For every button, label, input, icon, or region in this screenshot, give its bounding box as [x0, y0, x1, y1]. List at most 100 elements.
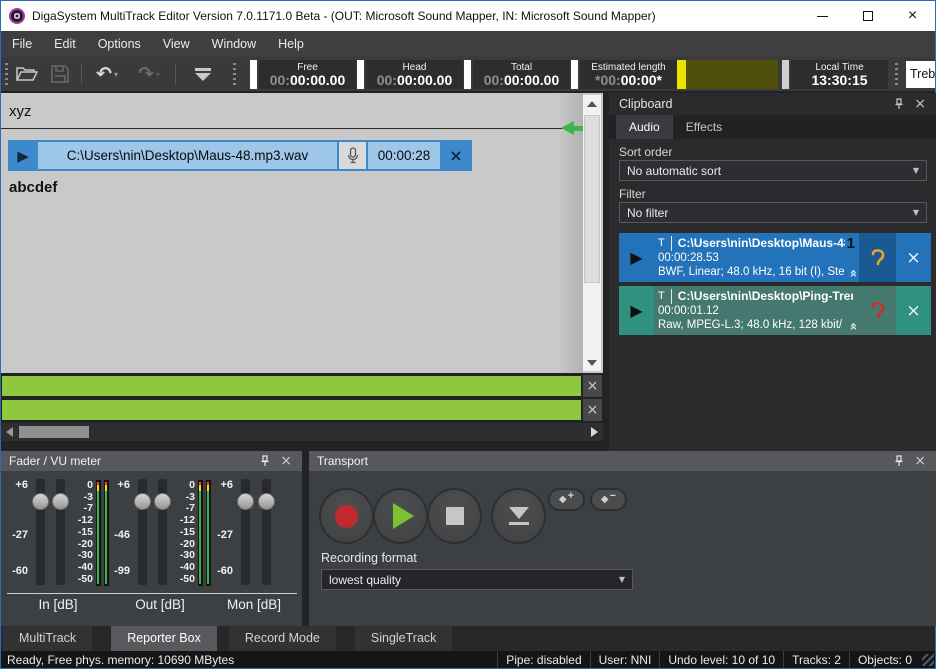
item-monitor-button[interactable]	[859, 233, 896, 282]
remove-marker-button[interactable]: ◆−	[590, 488, 627, 511]
minimize-button[interactable]	[800, 1, 845, 31]
recording-format-select[interactable]: lowest quality ▼	[321, 569, 633, 590]
pin-icon[interactable]	[894, 98, 904, 110]
in-fader-left[interactable]	[30, 479, 50, 587]
resize-grip[interactable]	[922, 654, 934, 666]
scroll-left-button[interactable]	[6, 427, 13, 437]
window-title: DigaSystem MultiTrack Editor Version 7.0…	[32, 9, 656, 23]
maximize-button[interactable]	[845, 1, 890, 31]
font-selector[interactable]: Trebu	[906, 61, 935, 88]
marker-down-icon	[195, 68, 211, 81]
fader-panel-title: Fader / VU meter	[9, 454, 101, 468]
menu-view[interactable]: View	[152, 31, 201, 57]
tab-multitrack[interactable]: MultiTrack	[3, 626, 92, 651]
fader-thumb[interactable]	[258, 493, 275, 510]
diamond-plus-icon: ◆	[559, 494, 567, 505]
tab-audio[interactable]: Audio	[616, 115, 673, 139]
status-tracks: Tracks: 2	[783, 651, 849, 668]
toolbar-grip[interactable]	[5, 63, 8, 85]
item-play-button[interactable]: ▶	[619, 286, 654, 335]
drop-marker-button[interactable]	[187, 61, 219, 87]
open-file-button[interactable]	[14, 61, 40, 87]
status-message: Ready, Free phys. memory: 10690 MBytes	[7, 653, 234, 667]
vertical-scrollbar[interactable]	[583, 95, 601, 371]
arrow-down-icon	[587, 360, 597, 366]
transport-panel-close-icon[interactable]: ×	[914, 454, 926, 468]
fader-thumb[interactable]	[52, 493, 69, 510]
menu-edit[interactable]: Edit	[43, 31, 87, 57]
skip-to-end-button[interactable]	[491, 488, 546, 544]
fader-thumb[interactable]	[154, 493, 171, 510]
menu-window[interactable]: Window	[201, 31, 267, 57]
multitrack-canvas[interactable]: xyz ▶ C:\Users\nin\Desktop\Maus-48.mp3.w…	[1, 93, 603, 373]
minimize-icon	[817, 16, 828, 17]
undo-button[interactable]: ↶ ▾	[89, 61, 125, 87]
item-index: 1	[845, 236, 855, 251]
strip-1-close-button[interactable]: ×	[583, 375, 602, 397]
fader-thumb[interactable]	[32, 493, 49, 510]
tab-singletrack[interactable]: SingleTrack	[355, 626, 453, 651]
tab-effects[interactable]: Effects	[673, 115, 735, 139]
play-button[interactable]	[373, 488, 428, 544]
item-close-button[interactable]: ×	[896, 233, 931, 282]
scroll-right-button[interactable]	[591, 427, 598, 437]
clipboard-close-icon[interactable]: ×	[914, 97, 926, 111]
strip-2-close-button[interactable]: ×	[583, 399, 602, 421]
clip-play-button[interactable]: ▶	[10, 142, 36, 169]
audio-clip-bar[interactable]: ▶ C:\Users\nin\Desktop\Maus-48.mp3.wav 0…	[8, 140, 472, 171]
fader-thumb[interactable]	[134, 493, 151, 510]
pin-icon[interactable]	[260, 455, 270, 467]
fader-panel-close-icon[interactable]: ×	[280, 454, 292, 468]
scroll-up-button[interactable]	[583, 95, 601, 112]
menu-file[interactable]: File	[1, 31, 43, 57]
filter-value: No filter	[627, 206, 668, 220]
fader-panel-header: Fader / VU meter ×	[1, 451, 302, 471]
out-fader-right[interactable]	[152, 479, 172, 587]
out-fader-left[interactable]	[132, 479, 152, 587]
in-fader-right[interactable]	[50, 479, 70, 587]
tab-record-mode[interactable]: Record Mode	[229, 626, 336, 651]
clip-record-button[interactable]	[339, 142, 366, 169]
status-objects: Objects: 0	[849, 651, 920, 668]
collapse-chevron-icon[interactable]: «	[845, 322, 859, 330]
horizontal-scroll-thumb[interactable]	[19, 426, 89, 438]
item-close-button[interactable]: ×	[896, 286, 931, 335]
pin-icon[interactable]	[894, 455, 904, 467]
scroll-down-button[interactable]	[583, 354, 601, 371]
mon-fader-right[interactable]	[256, 479, 277, 587]
tab-reporter-box[interactable]: Reporter Box	[111, 626, 217, 651]
add-marker-button[interactable]: ◆+	[548, 488, 585, 511]
toolbar-grip-2[interactable]	[233, 63, 236, 85]
horizontal-scrollbar[interactable]	[1, 423, 603, 441]
clipboard-item-1[interactable]: ▶ T C:\Users\nin\Desktop\Maus-48.m 1 00:…	[619, 233, 931, 282]
sort-order-select[interactable]: No automatic sort ▼	[619, 160, 927, 181]
toolbar-grip-3[interactable]	[895, 63, 898, 85]
redo-button[interactable]: ↷ ▾	[131, 61, 167, 87]
close-icon: ×	[908, 8, 917, 24]
local-time-value: 13:30:15	[811, 73, 867, 88]
mon-fader-left[interactable]	[235, 479, 256, 587]
menu-help[interactable]: Help	[267, 31, 315, 57]
close-button[interactable]: ×	[890, 1, 935, 31]
record-button[interactable]	[319, 488, 374, 544]
stop-button[interactable]	[427, 488, 482, 544]
fader-thumb[interactable]	[237, 493, 254, 510]
filter-label: Filter	[619, 187, 646, 201]
clipboard-item-2[interactable]: ▶ T C:\Users\nin\Desktop\Ping-Trenner.M …	[619, 286, 931, 335]
status-bar: Ready, Free phys. memory: 10690 MBytes P…	[1, 651, 935, 668]
envelope-strip-1[interactable]	[1, 375, 582, 397]
clip-file-path[interactable]: C:\Users\nin\Desktop\Maus-48.mp3.wav	[38, 142, 337, 169]
item-monitor-button[interactable]	[859, 286, 896, 335]
recording-format-label: Recording format	[321, 551, 417, 565]
out-vu-meter	[198, 479, 211, 587]
vertical-scroll-thumb[interactable]	[584, 115, 600, 283]
save-button[interactable]	[47, 61, 73, 87]
track-label: xyz	[9, 103, 32, 120]
filter-select[interactable]: No filter ▼	[619, 202, 927, 223]
envelope-strip-2[interactable]	[1, 399, 582, 421]
collapse-chevron-icon[interactable]: «	[845, 269, 859, 277]
menu-options[interactable]: Options	[87, 31, 152, 57]
clip-close-button[interactable]: ×	[442, 142, 470, 169]
fader-group-out: +6 -46 -99 0-3 -7-12 -15-20 -30-40 -50	[109, 479, 211, 612]
item-play-button[interactable]: ▶	[619, 233, 654, 282]
